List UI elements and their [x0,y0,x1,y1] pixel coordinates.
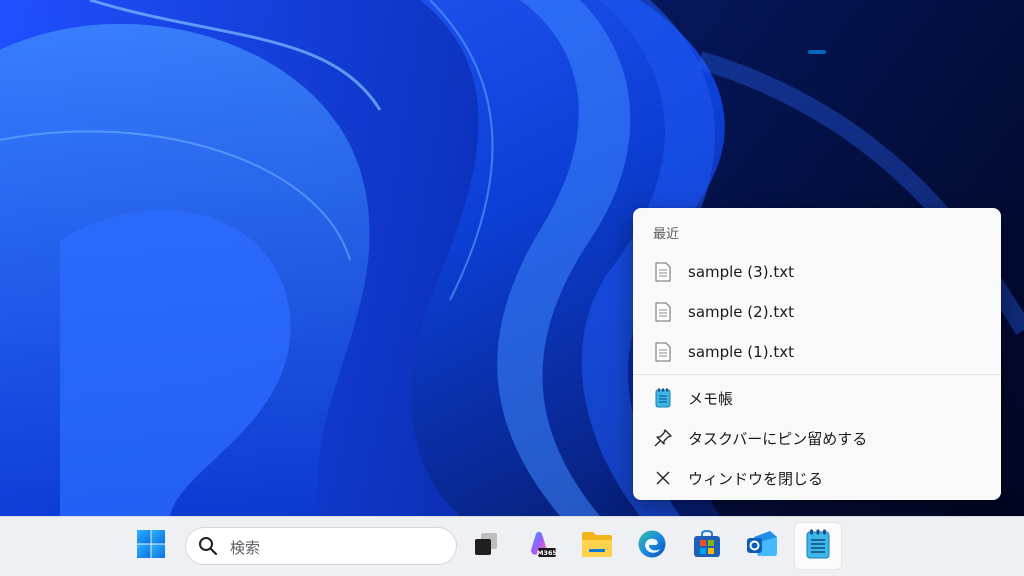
recent-item-sample-3[interactable]: sample (3).txt [637,254,997,290]
start-button[interactable] [128,523,174,569]
text-file-icon [653,302,673,322]
pin-to-taskbar-item[interactable]: タスクバーにピン留めする [637,420,997,456]
action-label: メモ帳 [688,389,734,408]
task-view-button[interactable] [463,523,509,569]
close-window-item[interactable]: ウィンドウを閉じる [637,460,997,496]
action-label: タスクバーにピン留めする [688,429,868,448]
recent-section-title: 最近 [653,227,680,242]
outlook-icon [746,529,778,563]
running-app-indicator [808,50,826,54]
notepad-icon [653,388,673,408]
recent-item-sample-1[interactable]: sample (1).txt [637,334,997,370]
pin-icon [653,428,673,448]
folder-icon [581,530,613,562]
m365-badge-text: M365 [537,549,557,557]
text-file-icon [653,342,673,362]
recent-item-label: sample (3).txt [688,263,794,281]
m365-icon: M365 [525,528,557,564]
text-file-icon [653,262,673,282]
file-explorer-button[interactable] [574,523,620,569]
jump-list-menu: 最近 sample (3).txt sample (2).txt sample … [633,208,1001,500]
notepad-icon [805,529,831,563]
edge-button[interactable] [629,523,675,569]
task-view-icon [472,530,500,562]
taskbar: 検索 M365 [0,516,1024,576]
close-icon [653,468,673,488]
recent-item-label: sample (1).txt [688,343,794,361]
recent-item-label: sample (2).txt [688,303,794,321]
windows-logo-icon [136,529,166,563]
microsoft-store-button[interactable] [684,523,730,569]
search-icon [198,536,218,556]
action-label: ウィンドウを閉じる [688,469,824,488]
outlook-button[interactable] [739,523,785,569]
search-placeholder: 検索 [230,539,261,557]
edge-icon [637,529,667,563]
store-icon [692,529,722,563]
taskbar-search-box[interactable]: 検索 [185,527,457,565]
microsoft-365-button[interactable]: M365 [518,523,564,569]
open-notepad-item[interactable]: メモ帳 [637,380,997,416]
notepad-taskbar-button[interactable] [795,523,841,569]
recent-item-sample-2[interactable]: sample (2).txt [637,294,997,330]
menu-divider [633,374,1001,375]
